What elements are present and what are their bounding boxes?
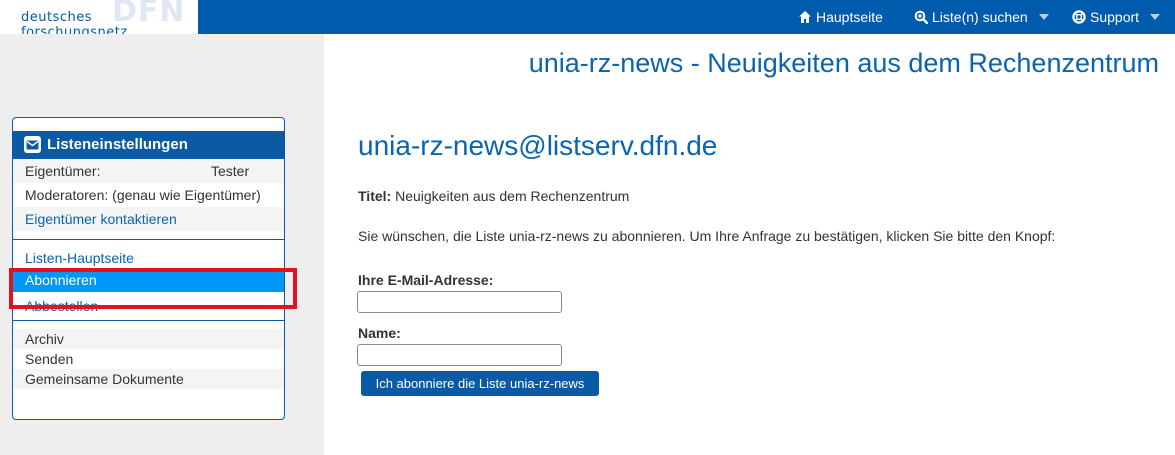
nav-support-label: Support (1090, 9, 1140, 25)
sidebar-item-list-home[interactable]: Listen-Hauptseite (13, 248, 284, 268)
nav-home-link[interactable]: Hauptseite (798, 0, 883, 34)
sidebar-item-send[interactable]: Senden (13, 349, 284, 369)
panel-header: Listeneinstellungen (13, 118, 284, 159)
owner-value: Tester (211, 163, 250, 179)
nav-home-label: Hauptseite (816, 9, 883, 25)
email-field[interactable] (357, 291, 562, 313)
list-address-heading: unia-rz-news@listserv.dfn.de (358, 130, 718, 161)
nav-search-lists-menu[interactable]: Liste(n) suchen (914, 0, 1049, 34)
list-title-line: Titel: Neuigkeiten aus dem Rechenzentrum (358, 188, 629, 204)
home-icon (798, 10, 812, 24)
dfn-logo[interactable]: DFN deutsches forschungsnetz (0, 0, 198, 34)
lifebuoy-icon (1072, 10, 1086, 24)
nav-search-label: Liste(n) suchen (932, 9, 1028, 25)
dfn-logo-text: deutsches forschungsnetz (21, 10, 128, 34)
sidebar-item-subscribe[interactable]: Abonnieren (13, 268, 284, 292)
envelope-icon (24, 136, 41, 153)
contact-owner-link[interactable]: Eigentümer kontaktieren (13, 207, 284, 231)
search-icon (914, 10, 929, 25)
sidebar-item-shared-documents[interactable]: Gemeinsame Dokumente (13, 369, 284, 389)
sidebar-item-unsubscribe[interactable]: Abbestellen (13, 292, 284, 320)
name-label: Name: (358, 325, 401, 341)
top-navigation-bar: DFN deutsches forschungsnetz Hauptseite … (0, 0, 1175, 34)
nav-support-menu[interactable]: Support (1072, 0, 1161, 34)
panel-header-title: Listeneinstellungen (47, 136, 188, 153)
owner-label: Eigentümer: (25, 163, 101, 179)
moderators-row: Moderatoren: (genau wie Eigentümer) (25, 187, 261, 203)
chevron-down-icon (1038, 14, 1049, 20)
owner-row: Eigentümer: Tester (13, 159, 284, 183)
subscribe-instructions: Sie wünschen, die Liste unia-rz-news zu … (358, 228, 1056, 244)
list-settings-panel: Listeneinstellungen Eigentümer: Tester M… (12, 117, 285, 420)
title-value: Neuigkeiten aus dem Rechenzentrum (391, 188, 630, 204)
chevron-down-icon (1150, 14, 1161, 20)
page-title: unia-rz-news - Neuigkeiten aus dem Reche… (528, 48, 1159, 78)
name-field[interactable] (357, 344, 562, 366)
subscribe-button[interactable]: Ich abonniere die Liste unia-rz-news (361, 371, 599, 396)
title-label: Titel: (358, 188, 392, 204)
email-label: Ihre E-Mail-Adresse: (358, 272, 494, 288)
sidebar-item-archive[interactable]: Archiv (13, 329, 284, 349)
